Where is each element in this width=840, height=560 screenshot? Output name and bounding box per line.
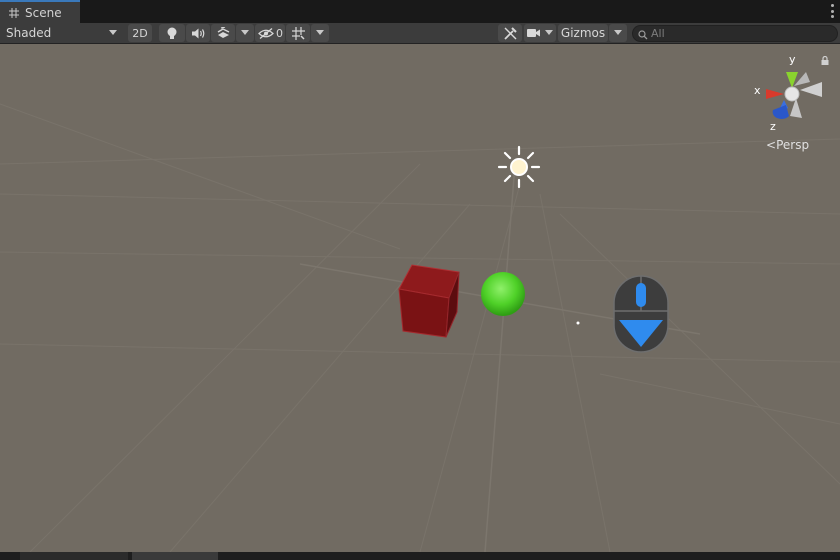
grid-snap-icon xyxy=(291,26,305,40)
tools-icon xyxy=(503,26,517,40)
search-field[interactable] xyxy=(632,25,838,42)
axis-label-z: z xyxy=(770,120,776,133)
grid-snap-button[interactable] xyxy=(286,24,310,42)
directional-light-icon[interactable] xyxy=(497,145,541,189)
grid-icon xyxy=(9,7,19,18)
grid-dropdown[interactable] xyxy=(311,24,329,42)
tools-button[interactable] xyxy=(498,24,522,42)
axis-label-x: x xyxy=(754,84,761,97)
scene-window: Scene Shaded 2D 0 Gizmos All y x z <Pers… xyxy=(0,0,840,560)
chevron-down-icon xyxy=(241,30,249,35)
persp-arrow-icon: < xyxy=(766,138,777,152)
toggle-2d-button[interactable]: 2D xyxy=(128,24,152,42)
chevron-down-icon xyxy=(614,30,622,35)
scene-viewport[interactable]: y x z <Persp xyxy=(0,44,840,552)
gizmos-button[interactable]: Gizmos xyxy=(558,24,608,42)
red-cube[interactable] xyxy=(398,264,460,338)
chevron-down-icon xyxy=(545,30,553,35)
bottom-tab-2[interactable] xyxy=(132,552,218,560)
camera-icon xyxy=(527,29,540,37)
green-sphere[interactable] xyxy=(481,272,525,316)
scene-visibility-button[interactable]: 0 xyxy=(255,24,285,42)
pivot-dot xyxy=(576,321,580,325)
chevron-down-icon xyxy=(109,30,117,35)
draw-mode-dropdown[interactable]: Shaded xyxy=(3,24,121,42)
toggle-lighting-button[interactable] xyxy=(159,24,185,42)
camera-settings-button[interactable] xyxy=(524,24,556,42)
lightbulb-icon xyxy=(167,27,177,39)
scene-grid: y x z xyxy=(0,53,840,552)
lock-icon[interactable] xyxy=(821,56,829,65)
toggle-audio-button[interactable] xyxy=(186,24,210,42)
chevron-down-icon xyxy=(316,30,324,35)
gizmos-dropdown[interactable] xyxy=(609,24,627,42)
toggle-effects-button[interactable] xyxy=(211,24,235,42)
scene-toolbar: Shaded 2D 0 Gizmos All xyxy=(0,23,840,44)
projection-toggle[interactable]: <Persp xyxy=(766,138,809,152)
draw-mode-label: Shaded xyxy=(6,26,52,40)
tab-label: Scene xyxy=(25,5,62,20)
search-input[interactable] xyxy=(651,27,831,40)
search-icon xyxy=(638,29,650,39)
projection-label: Persp xyxy=(776,138,810,152)
audio-icon xyxy=(191,28,204,38)
bottom-tab-1[interactable] xyxy=(20,552,128,560)
hidden-count: 0 xyxy=(276,26,283,40)
effects-dropdown[interactable] xyxy=(236,24,254,42)
axis-label-y: y xyxy=(789,53,796,66)
effects-icon xyxy=(217,27,229,38)
kebab-icon[interactable] xyxy=(830,4,834,18)
hidden-objects-icon xyxy=(258,27,274,39)
mouse-scroll-icon xyxy=(613,275,669,353)
tab-strip: Scene xyxy=(0,0,840,24)
orientation-gizmo[interactable]: y x z xyxy=(754,53,822,133)
tab-scene[interactable]: Scene xyxy=(0,0,80,23)
